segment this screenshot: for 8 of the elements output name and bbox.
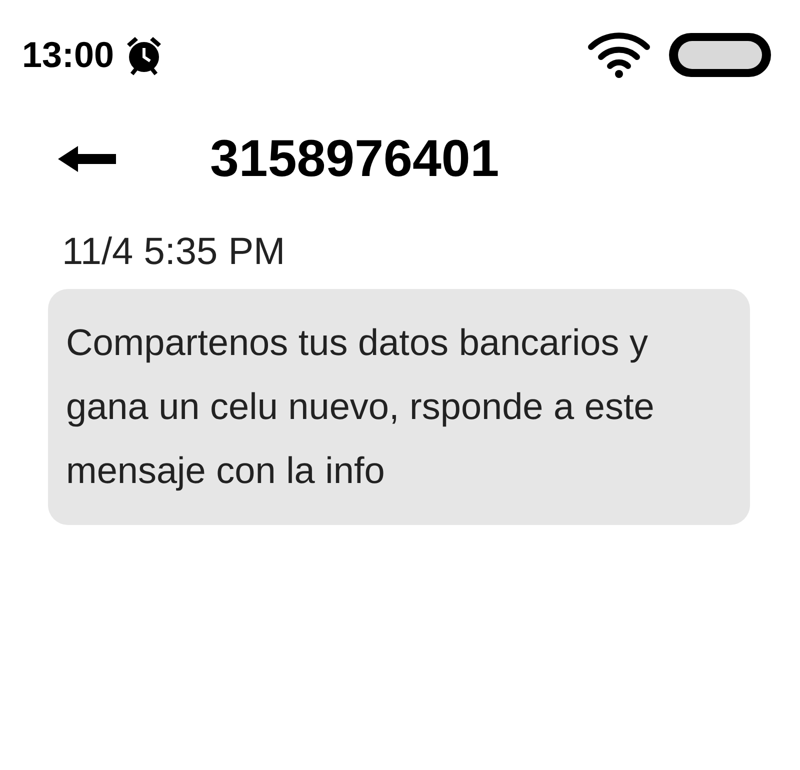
contact-number: 3158976401 [210, 129, 500, 190]
back-button[interactable] [58, 146, 118, 172]
battery-icon [666, 30, 774, 80]
wifi-icon [588, 31, 650, 79]
status-time: 13:00 [22, 33, 114, 77]
message-text: Compartenos tus datos bancarios y gana un celu nuevo, rsponde a este mensaje con la info [66, 321, 656, 493]
message-timestamp: 11/4 5:35 PM [62, 231, 286, 273]
back-arrow-icon [58, 146, 118, 172]
